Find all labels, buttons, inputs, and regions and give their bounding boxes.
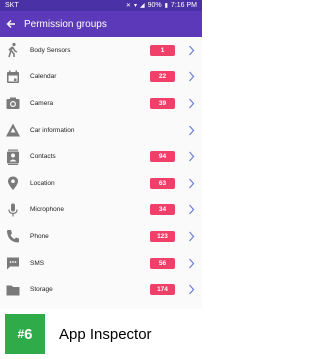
permission-group-label: Location: [30, 179, 55, 187]
app-name: App Inspector: [59, 325, 152, 343]
arrow-back-icon: [6, 20, 15, 28]
location-pin-icon: [2, 170, 24, 196]
permission-group-list: Body Sensors 1 Calendar 22 Camera 39 Car infor…: [0, 37, 202, 309]
permission-group-label: Body Sensors: [30, 46, 71, 54]
car-info-icon: [2, 117, 24, 143]
chevron-right-icon: [187, 44, 195, 56]
app-count-badge: 1: [150, 44, 175, 56]
permission-group-label: Microphone: [30, 206, 64, 214]
app-count-badge: 63: [150, 177, 175, 189]
permission-group-label: Camera: [30, 99, 54, 107]
permission-group-label: SMS: [30, 259, 45, 267]
rank-number: 6: [24, 325, 33, 343]
permission-group-label: Car information: [30, 126, 75, 134]
rank-badge: # 6: [5, 314, 45, 354]
chevron-right-icon: [187, 284, 195, 296]
footer-banner: # 6 App Inspector: [0, 309, 202, 359]
permission-group-row[interactable]: Body Sensors 1: [0, 37, 202, 64]
calendar-icon: [2, 64, 24, 90]
permission-group-row[interactable]: Phone 123: [0, 223, 202, 250]
permission-group-label: Calendar: [30, 73, 57, 81]
clock: 7:16 PM: [170, 2, 197, 9]
permission-group-row[interactable]: SMS 56: [0, 250, 202, 277]
permission-group-row[interactable]: Contacts 94: [0, 143, 202, 170]
permission-group-label: Phone: [30, 232, 49, 240]
rank-hash: #: [17, 327, 25, 341]
back-button[interactable]: [0, 11, 22, 37]
camera-icon: [2, 90, 24, 116]
status-right: ✕ ▾ ◢ 90% ▮ 7:16 PM: [126, 2, 197, 9]
chevron-right-icon: [187, 151, 195, 163]
app-count-badge: 34: [150, 204, 175, 216]
battery-icon: ▮: [164, 3, 168, 9]
microphone-icon: [2, 197, 24, 223]
app-bar: Permission groups: [0, 11, 202, 37]
wifi-icon: ▾: [133, 3, 137, 9]
status-bar: SKT ✕ ▾ ◢ 90% ▮ 7:16 PM: [0, 0, 202, 11]
chevron-right-icon: [187, 204, 195, 216]
app-count-badge: 174: [150, 284, 175, 296]
silent-icon: ✕: [125, 3, 131, 9]
permission-group-row[interactable]: Microphone 34: [0, 197, 202, 224]
permission-group-row[interactable]: Location 63: [0, 170, 202, 197]
chevron-right-icon: [187, 230, 195, 242]
permission-group-row[interactable]: Calendar 22: [0, 64, 202, 91]
sms-icon: [2, 250, 24, 276]
app-count-badge: 39: [150, 97, 175, 109]
permission-group-label: Contacts: [30, 153, 56, 161]
battery-level: 90%: [147, 2, 162, 9]
permission-group-row[interactable]: Car information: [0, 117, 202, 144]
app-count-badge: 94: [150, 151, 175, 163]
phone-icon: [2, 223, 24, 249]
permission-group-row[interactable]: Camera 39: [0, 90, 202, 117]
permission-group-label: Storage: [30, 286, 53, 294]
signal-icon: ◢: [139, 3, 145, 9]
chevron-right-icon: [187, 97, 195, 109]
chevron-right-icon: [187, 257, 195, 269]
folder-icon: [2, 277, 24, 303]
app-count-badge: 123: [150, 230, 175, 242]
app-count-badge: 22: [150, 71, 175, 83]
permission-group-row[interactable]: Storage 174: [0, 276, 202, 303]
chevron-right-icon: [187, 124, 195, 136]
chevron-right-icon: [187, 177, 195, 189]
chevron-right-icon: [187, 71, 195, 83]
carrier-label: SKT: [5, 2, 19, 9]
person-walk-icon: [2, 37, 24, 63]
contacts-icon: [2, 144, 24, 170]
page-title: Permission groups: [24, 18, 107, 30]
app-count-badge: 56: [150, 257, 175, 269]
